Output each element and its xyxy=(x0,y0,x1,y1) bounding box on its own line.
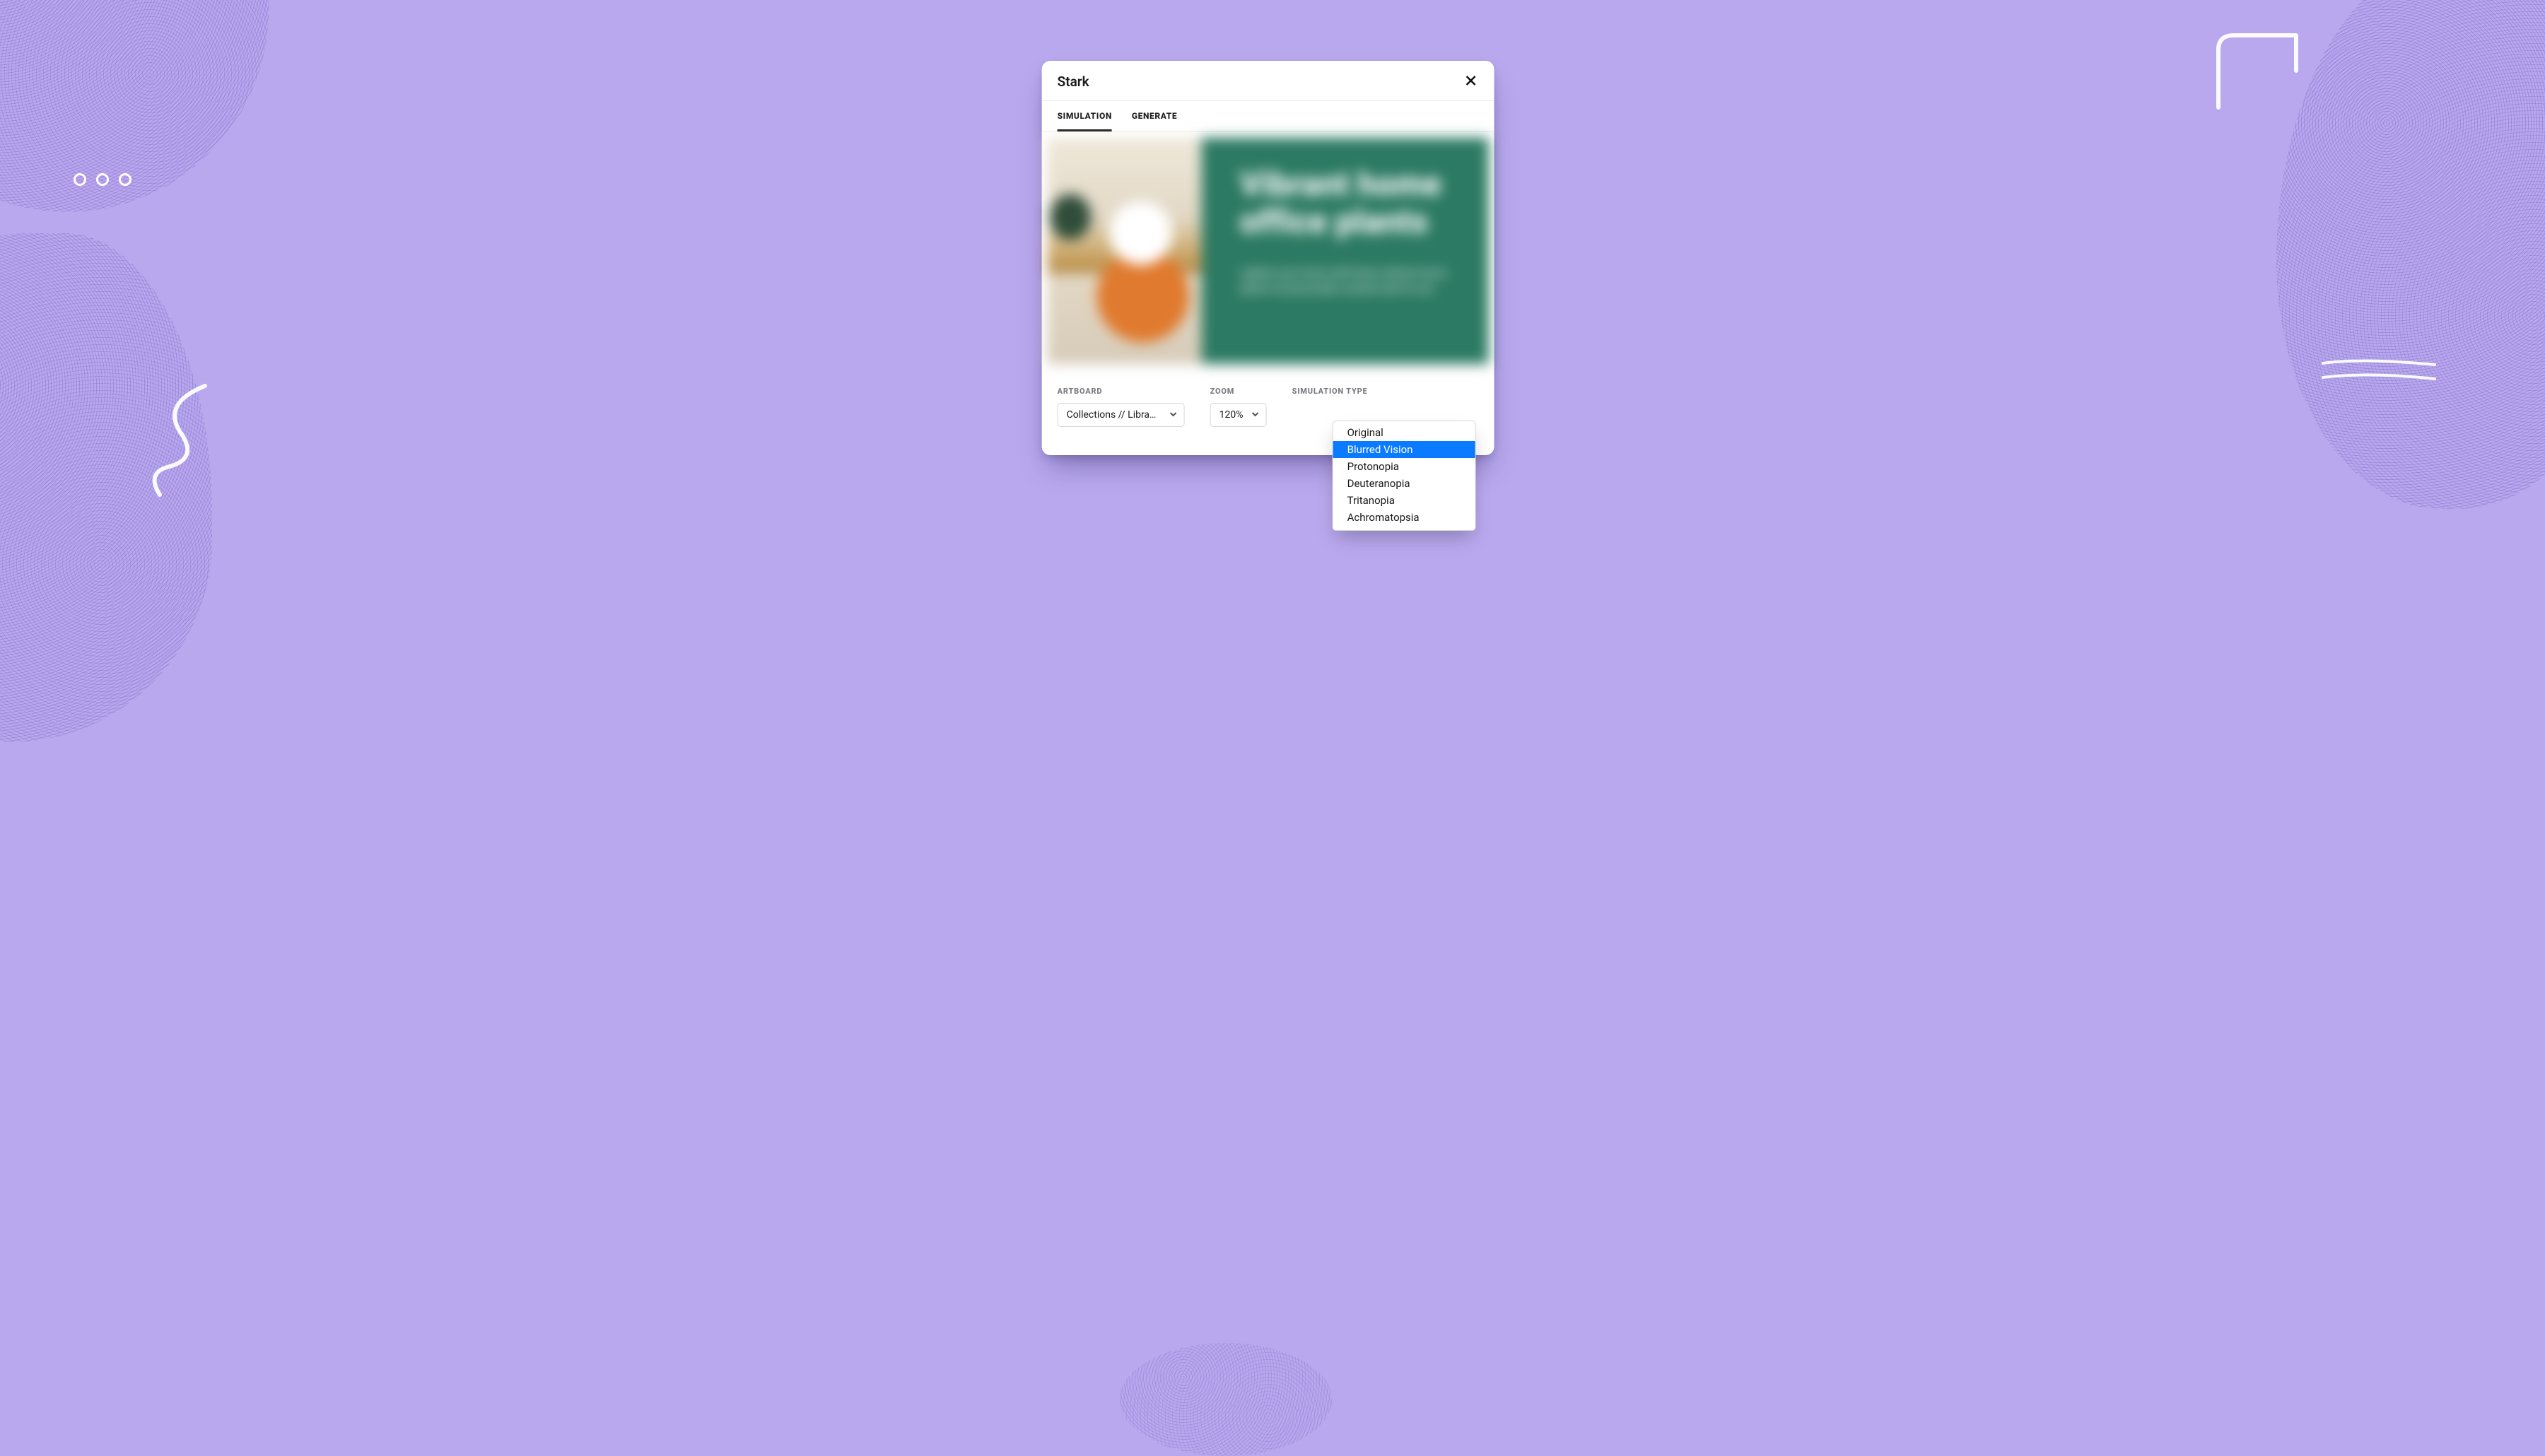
zoom-value: 120% xyxy=(1219,409,1244,421)
preview-subtext: Lighten your home with these vibrant hou… xyxy=(1240,265,1461,297)
bg-blob-top-left xyxy=(0,0,269,212)
simulation-type-dropdown: Original Blurred Vision Protonopia Deute… xyxy=(1333,421,1476,531)
zoom-select[interactable]: 120% xyxy=(1210,403,1267,427)
scribble-lines-right xyxy=(2319,353,2439,389)
close-button[interactable] xyxy=(1462,72,1480,90)
artboard-value: Collections // Libra… xyxy=(1067,409,1157,421)
dropdown-option-original[interactable]: Original xyxy=(1333,424,1475,441)
artboard-control: ARTBOARD Collections // Libra… xyxy=(1058,387,1185,427)
stark-panel: Stark SIMULATION GENERATE Vibrant home o… xyxy=(1042,61,1494,455)
chevron-down-icon xyxy=(1170,409,1177,421)
artboard-select[interactable]: Collections // Libra… xyxy=(1058,403,1185,427)
simulation-type-control: SIMULATION TYPE Original Blurred Vision … xyxy=(1292,387,1479,427)
tab-generate[interactable]: GENERATE xyxy=(1132,101,1177,131)
tabs: SIMULATION GENERATE xyxy=(1042,101,1494,132)
dropdown-option-protonopia[interactable]: Protonopia xyxy=(1333,458,1475,475)
preview-content-right: Vibrant home office plants Lighten your … xyxy=(1202,138,1489,364)
simulation-type-label: SIMULATION TYPE xyxy=(1292,387,1479,396)
zoom-label: ZOOM xyxy=(1210,387,1267,396)
zoom-control: ZOOM 120% xyxy=(1210,387,1267,427)
panel-header: Stark xyxy=(1042,61,1494,101)
scribble-squiggle-left xyxy=(141,382,219,502)
preview-headline: Vibrant home office plants xyxy=(1240,166,1461,241)
artboard-label: ARTBOARD xyxy=(1058,387,1185,396)
tab-simulation[interactable]: SIMULATION xyxy=(1058,101,1112,131)
preview-image-left xyxy=(1048,138,1202,364)
preview-canvas: Vibrant home office plants Lighten your … xyxy=(1048,138,1489,364)
panel-title: Stark xyxy=(1058,74,1089,90)
bg-blob-right xyxy=(2276,0,2545,509)
dropdown-option-achromatopsia[interactable]: Achromatopsia xyxy=(1333,509,1475,526)
preview-area: Vibrant home office plants Lighten your … xyxy=(1042,132,1494,370)
close-icon xyxy=(1465,75,1477,88)
dropdown-option-blurred-vision[interactable]: Blurred Vision xyxy=(1333,441,1475,458)
decorative-circles xyxy=(74,173,131,186)
scribble-top-right xyxy=(2213,28,2312,113)
bg-blob-bottom xyxy=(1120,1343,1332,1456)
controls-row: ARTBOARD Collections // Libra… ZOOM 120%… xyxy=(1042,370,1494,455)
chevron-down-icon xyxy=(1252,409,1259,421)
dropdown-option-tritanopia[interactable]: Tritanopia xyxy=(1333,492,1475,509)
dropdown-option-deuteranopia[interactable]: Deuteranopia xyxy=(1333,475,1475,492)
